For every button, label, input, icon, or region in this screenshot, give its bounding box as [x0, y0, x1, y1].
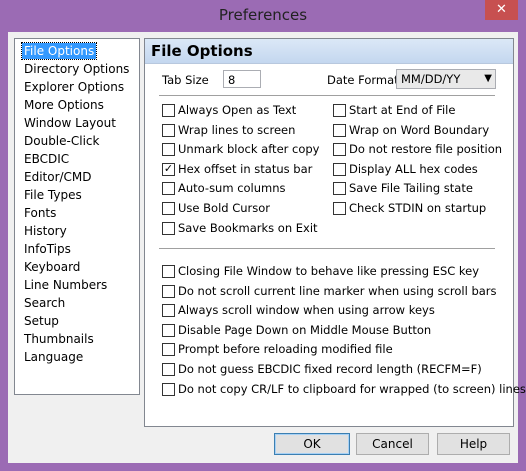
tab-size-input[interactable]: 8	[223, 70, 261, 88]
checkbox-label: Do not guess EBCDIC fixed record length …	[178, 362, 482, 376]
checkbox-label: Do not restore file position	[349, 142, 503, 157]
checkbox-icon[interactable]	[333, 104, 346, 117]
checkbox-label: Start at End of File	[349, 103, 456, 117]
checkbox-label: Hex offset in status bar	[178, 161, 313, 176]
date-format-label: Date Format	[327, 73, 399, 87]
checkbox-icon[interactable]	[162, 284, 175, 298]
sidebar-item[interactable]: Setup	[22, 313, 61, 329]
category-list[interactable]: File Options Directory Options Explorer Op…	[14, 38, 140, 395]
ok-button[interactable]: OK	[274, 433, 350, 455]
sidebar-item[interactable]: More Options	[22, 97, 106, 113]
checkbox-icon[interactable]	[333, 162, 346, 176]
options-panel: File Options Tab Size 8 Date Format MM/D…	[144, 38, 526, 427]
close-icon[interactable]: ✕	[485, 0, 518, 20]
checkbox-icon[interactable]	[333, 202, 346, 215]
panel-title: File Options	[151, 42, 253, 60]
sidebar-item[interactable]: Line Numbers	[22, 277, 109, 293]
sidebar-item[interactable]: Language	[22, 349, 85, 365]
checkbox-icon[interactable]	[333, 182, 346, 196]
sidebar-item[interactable]: Directory Options	[22, 61, 131, 77]
dialog-client: File Options Directory Options Explorer Op…	[8, 32, 526, 463]
checkbox-icon[interactable]	[162, 304, 175, 318]
sidebar-item[interactable]: EBCDIC	[22, 151, 71, 167]
checkbox-icon[interactable]	[162, 182, 175, 196]
date-format-value: MM/DD/YY	[401, 72, 461, 86]
checkbox-label: Save Bookmarks on Exit	[178, 220, 318, 235]
separator-middle	[159, 248, 495, 250]
checkbox-icon[interactable]	[162, 382, 175, 396]
checkbox-label: Check STDIN on startup	[349, 201, 487, 215]
sidebar-item[interactable]: Window Layout	[22, 115, 118, 131]
panel-header: File Options	[145, 39, 513, 64]
sidebar-item[interactable]: File Options	[20, 42, 98, 60]
checkbox-icon[interactable]	[333, 143, 346, 157]
checkbox-icon[interactable]	[162, 343, 175, 357]
checkbox-icon[interactable]	[162, 202, 175, 215]
checkbox-icon[interactable]	[162, 221, 175, 235]
date-format-select[interactable]: MM/DD/YY ▼	[396, 69, 496, 89]
preferences-window: Preferences ✕ File Options Directory Opti…	[0, 0, 526, 471]
checkbox-label: Wrap lines to screen	[178, 122, 296, 137]
checkbox-label: Always scroll window when using arrow ke…	[178, 303, 435, 318]
checkbox-label: Prompt before reloading modified file	[178, 342, 393, 357]
checkbox-icon[interactable]: ✓	[162, 162, 175, 176]
sidebar-item[interactable]: Double-Click	[22, 133, 101, 149]
checkbox-label: Save File Tailing state	[349, 181, 473, 196]
checkbox-label: Wrap on Word Boundary	[349, 122, 490, 137]
checkbox-label: Do not copy CR/LF to clipboard for wrapp…	[178, 381, 526, 396]
sidebar-item[interactable]: File Types	[22, 187, 84, 203]
sidebar-item[interactable]: InfoTips	[22, 241, 73, 257]
sidebar-item[interactable]: Thumbnails	[22, 331, 96, 347]
checkbox-icon[interactable]	[162, 123, 175, 137]
window-title: Preferences	[218, 6, 308, 24]
title-bar[interactable]: Preferences ✕	[0, 0, 526, 32]
sidebar-item[interactable]: Editor/CMD	[22, 169, 94, 185]
separator-top	[159, 95, 495, 97]
checkbox-label: Use Bold Cursor	[178, 201, 271, 215]
sidebar-item[interactable]: History	[22, 223, 69, 239]
checkbox-label: Unmark block after copy	[178, 142, 320, 157]
sidebar-item[interactable]: Fonts	[22, 205, 58, 221]
checkbox-label: Disable Page Down on Middle Mouse Button	[178, 322, 432, 337]
checkbox-label: Do not scroll current line marker when u…	[178, 283, 497, 298]
checkbox-icon[interactable]	[162, 323, 175, 337]
help-button[interactable]: Help	[437, 433, 510, 455]
checkbox-icon[interactable]	[162, 104, 175, 117]
checkbox-icon[interactable]	[162, 143, 175, 157]
checkbox-icon[interactable]	[333, 123, 346, 137]
chevron-down-icon: ▼	[484, 73, 492, 84]
checkbox-icon[interactable]	[162, 363, 175, 376]
sidebar-item[interactable]: Explorer Options	[22, 79, 126, 95]
cancel-button[interactable]: Cancel	[356, 433, 429, 455]
checkbox-label: Always Open as Text	[178, 103, 297, 117]
sidebar-item[interactable]: Keyboard	[22, 259, 82, 275]
tab-size-label: Tab Size	[162, 73, 209, 87]
checkbox-label: Auto-sum columns	[178, 181, 286, 196]
checkbox-icon[interactable]	[162, 265, 175, 278]
sidebar-item[interactable]: Search	[22, 295, 67, 311]
checkbox-label: Closing File Window to behave like press…	[178, 264, 480, 278]
checkbox-label: Display ALL hex codes	[349, 161, 478, 176]
